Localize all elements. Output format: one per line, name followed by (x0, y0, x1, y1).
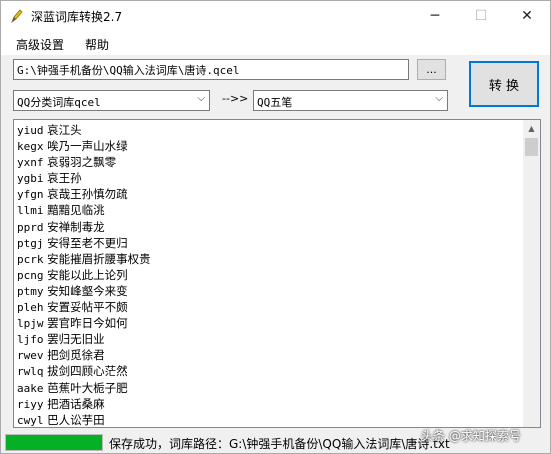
entry-code: llmi (17, 204, 44, 218)
entry-code: pprd (17, 220, 44, 234)
chevron-down-icon: ⌵ (435, 93, 443, 104)
list-scrollbar[interactable]: ▲ (523, 120, 540, 427)
entry-word: 安能摧眉折腰事权贵 (47, 251, 151, 266)
result-list[interactable]: yiud 哀江头 kegx 唉乃一声山水绿 yxnf 哀弱羽之飘零 ygbi 哀… (13, 119, 541, 428)
progress-bar (5, 434, 103, 451)
list-item: ptgj 安得至老不更归 (17, 235, 522, 251)
source-format-select[interactable]: QQ分类词库qcel ⌵ (13, 90, 210, 111)
app-window: 深蓝词库转换2.7 ─ ☐ ✕ 高级设置 帮助 G:\钟强手机备份\QQ输入法词… (0, 0, 551, 454)
minimize-button[interactable]: ─ (412, 1, 458, 31)
source-format-value: QQ分类词库qcel (17, 96, 101, 109)
conversion-arrow: -->> (222, 92, 249, 105)
menu-help[interactable]: 帮助 (85, 36, 109, 53)
watermark-text: 头条 @求知探索号 (421, 429, 521, 443)
list-item: pcrk 安能摧眉折腰事权贵 (17, 251, 522, 267)
entry-code: ptgj (17, 236, 44, 250)
target-format-value: QQ五笔 (257, 96, 293, 109)
entry-word: 把剑觅徐君 (47, 348, 105, 363)
entry-word: 安得至老不更归 (47, 235, 128, 250)
list-item: pleh 安置妥帖平不颇 (17, 299, 522, 315)
entry-code: cwyl (17, 413, 44, 427)
entry-code: rwev (17, 349, 44, 363)
progress-fill (6, 435, 102, 450)
entry-word: 芭蕉叶大栀子肥 (47, 380, 128, 395)
entry-word: 安禅制毒龙 (47, 219, 105, 234)
entry-word: 哀弱羽之飘零 (47, 155, 117, 170)
convert-button[interactable]: 转 换 (469, 61, 539, 107)
entry-code: lpjw (17, 317, 44, 331)
list-item: pprd 安禅制毒龙 (17, 219, 522, 235)
entry-code: yfgn (17, 188, 44, 202)
entry-code: yiud (17, 124, 44, 137)
pencil-app-icon (10, 8, 24, 24)
entry-code: ptmy (17, 284, 44, 298)
entry-word: 安置妥帖平不颇 (47, 300, 128, 315)
entry-word: 唉乃一声山水绿 (47, 139, 128, 154)
list-item: riyy 把酒话桑麻 (17, 396, 522, 412)
entry-word: 罢归无旧业 (47, 332, 105, 347)
list-item: kegx 唉乃一声山水绿 (17, 138, 522, 154)
scroll-thumb[interactable] (525, 138, 538, 156)
list-item: rwev 把剑觅徐君 (17, 347, 522, 363)
list-item: yfgn 哀哉王孙慎勿疏 (17, 186, 522, 202)
list-item: llmi 黯黯见临洮 (17, 202, 522, 218)
entry-code: aake (17, 381, 44, 395)
list-item: rwlq 拔剑四顾心茫然 (17, 363, 522, 379)
entry-code: ygbi (17, 172, 44, 186)
entry-word: 巴人讼芋田 (47, 412, 105, 427)
dictionary-path-input[interactable]: G:\钟强手机备份\QQ输入法词库\唐诗.qcel (13, 59, 409, 80)
list-item: ljfo 罢归无旧业 (17, 331, 522, 347)
entry-code: riyy (17, 397, 44, 411)
entry-code: pcrk (17, 252, 44, 266)
entry-word: 把酒话桑麻 (47, 396, 105, 411)
list-item: aake 芭蕉叶大栀子肥 (17, 380, 522, 396)
list-item: ygbi 哀王孙 (17, 170, 522, 186)
entry-word: 拔剑四顾心茫然 (47, 364, 128, 379)
maximize-button[interactable]: ☐ (458, 1, 504, 31)
entry-code: pcng (17, 268, 44, 282)
chevron-down-icon: ⌵ (197, 93, 205, 104)
status-message: 保存成功，词库路径：G:\钟强手机备份\QQ输入法词库\唐诗.txt (109, 437, 450, 451)
title-bar: 深蓝词库转换2.7 ─ ☐ ✕ (1, 1, 550, 31)
list-item: yxnf 哀弱羽之飘零 (17, 154, 522, 170)
close-button[interactable]: ✕ (504, 1, 550, 31)
menu-advanced-settings[interactable]: 高级设置 (16, 36, 64, 53)
entry-word: 罢官昨日今如何 (47, 316, 128, 331)
list-item: yiud 哀江头 (17, 122, 522, 138)
entry-word: 哀哉王孙慎勿疏 (47, 187, 128, 202)
list-item: lpjw 罢官昨日今如何 (17, 315, 522, 331)
entry-code: pleh (17, 301, 44, 315)
menu-bar: 高级设置 帮助 (1, 31, 550, 55)
entry-word: 安知峰壑今来变 (47, 283, 128, 298)
entry-word: 黯黯见临洮 (47, 203, 105, 218)
list-item: cwyl 巴人讼芋田 (17, 412, 522, 427)
entry-word: 安能以此上论列 (47, 267, 128, 282)
entry-code: kegx (17, 140, 44, 154)
list-item: ptmy 安知峰壑今来变 (17, 283, 522, 299)
entry-word: 哀江头 (47, 123, 82, 137)
list-item: pcng 安能以此上论列 (17, 267, 522, 283)
scroll-up-arrow-icon[interactable]: ▲ (523, 120, 540, 137)
entry-code: yxnf (17, 156, 44, 170)
entry-code: ljfo (17, 333, 44, 347)
window-title: 深蓝词库转换2.7 (31, 10, 123, 24)
browse-button[interactable]: ... (417, 59, 446, 80)
entry-word: 哀王孙 (47, 171, 82, 186)
result-rows: yiud 哀江头 kegx 唉乃一声山水绿 yxnf 哀弱羽之飘零 ygbi 哀… (17, 122, 522, 427)
target-format-select[interactable]: QQ五笔 ⌵ (253, 90, 448, 111)
entry-code: rwlq (17, 365, 44, 379)
